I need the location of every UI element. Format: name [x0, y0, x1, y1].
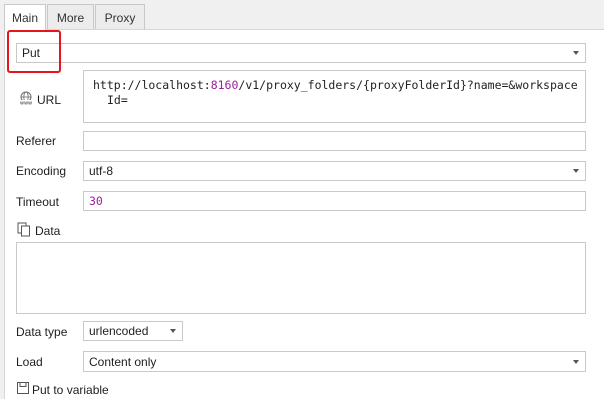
chevron-down-icon[interactable] — [170, 329, 176, 333]
data-type-label: Data type — [16, 325, 68, 339]
data-type-select[interactable]: urlencoded — [83, 321, 183, 341]
load-select[interactable]: Content only — [83, 351, 586, 372]
url-port: 8160 — [210, 78, 239, 92]
copy-pages-icon — [17, 222, 31, 240]
www-globe-icon: www — [17, 91, 35, 108]
tab-proxy[interactable]: Proxy — [95, 4, 145, 30]
put-to-variable-label[interactable]: Put to variable — [32, 383, 109, 397]
data-type-value: urlencoded — [89, 324, 149, 338]
encoding-select[interactable]: utf-8 — [83, 161, 586, 181]
data-label: Data — [35, 224, 61, 238]
method-value: Put — [22, 46, 41, 60]
tab-more[interactable]: More — [47, 4, 94, 30]
tab-more-label: More — [56, 10, 85, 25]
referer-input[interactable] — [83, 131, 586, 151]
chevron-down-icon[interactable] — [573, 51, 579, 55]
load-value: Content only — [89, 354, 157, 369]
chevron-down-icon[interactable] — [573, 359, 579, 364]
tab-main[interactable]: Main — [4, 4, 46, 31]
svg-text:www: www — [20, 101, 32, 106]
url-input[interactable]: http://localhost:8160/v1/proxy_folders/{… — [83, 70, 586, 123]
timeout-label: Timeout — [16, 195, 59, 209]
url-label: URL — [37, 93, 62, 107]
referer-label: Referer — [16, 134, 57, 148]
chevron-down-icon[interactable] — [573, 169, 579, 173]
save-icon — [17, 382, 29, 397]
timeout-value: 30 — [89, 194, 103, 208]
timeout-input[interactable]: 30 — [83, 191, 586, 211]
data-textarea[interactable] — [16, 242, 586, 314]
encoding-value: utf-8 — [89, 164, 114, 178]
encoding-label: Encoding — [16, 164, 67, 178]
load-label: Load — [16, 355, 43, 369]
tab-main-label: Main — [11, 11, 38, 25]
tab-proxy-label: Proxy — [104, 10, 136, 25]
url-line-1: http://localhost:8160/v1/proxy_folders/{… — [93, 78, 578, 92]
method-select[interactable]: Put — [16, 43, 586, 63]
url-line-2: Id= — [107, 93, 128, 107]
url-prefix: http://localhost: — [93, 78, 211, 92]
url-suffix: /v1/proxy_folders/{proxyFolderId}?name=&… — [238, 78, 578, 92]
